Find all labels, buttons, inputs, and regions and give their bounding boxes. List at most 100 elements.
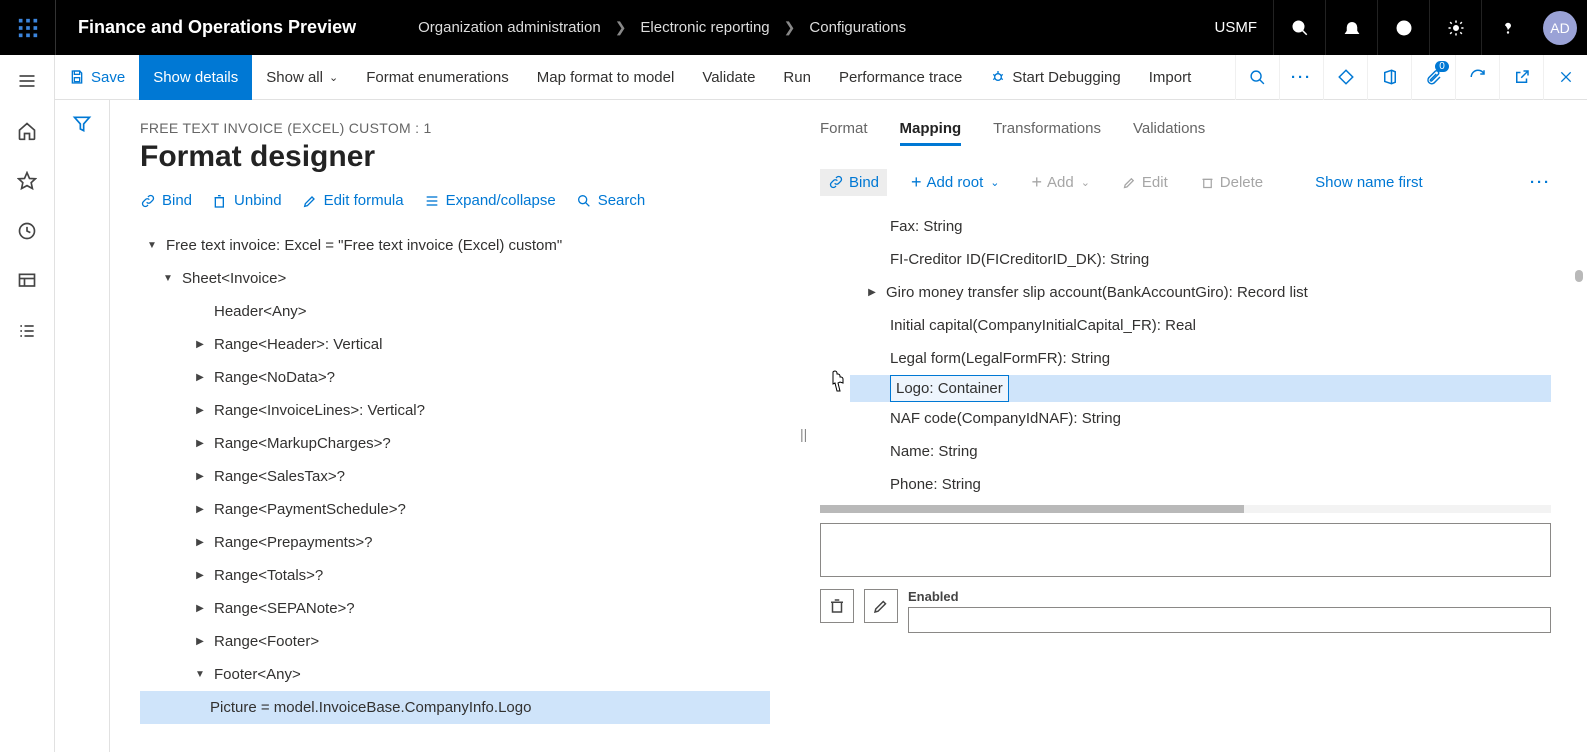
data-source-list[interactable]: Fax: StringFI-Creditor ID(FICreditorID_D… (820, 210, 1551, 501)
tree-node[interactable]: Range<InvoiceLines>: Vertical? (140, 394, 770, 427)
company-label[interactable]: USMF (1199, 19, 1274, 36)
chevron-right-icon[interactable] (194, 365, 206, 389)
edit-formula-button[interactable]: Edit formula (302, 192, 404, 209)
data-source-item[interactable]: NAF code(CompanyIdNAF): String (890, 402, 1551, 435)
map-format-to-model-button[interactable]: Map format to model (523, 55, 689, 100)
tab-transformations[interactable]: Transformations (993, 120, 1101, 146)
chevron-right-icon[interactable] (194, 398, 206, 422)
show-all-button[interactable]: Show all ⌄ (252, 55, 352, 100)
data-source-item[interactable]: Legal form(LegalFormFR): String (890, 342, 1551, 375)
attach-icon[interactable]: 0 (1411, 55, 1455, 100)
tree-node[interactable]: Footer<Any> (140, 658, 770, 691)
more-icon[interactable]: ··· (1530, 174, 1551, 191)
modules-icon[interactable] (15, 319, 39, 343)
performance-trace-button[interactable]: Performance trace (825, 55, 976, 100)
vertical-scrollbar[interactable] (1575, 270, 1583, 282)
format-enumerations-button[interactable]: Format enumerations (352, 55, 523, 100)
tree-node[interactable]: Range<Prepayments>? (140, 526, 770, 559)
chevron-down-icon[interactable] (194, 662, 206, 686)
tree-node[interactable]: Range<SalesTax>? (140, 460, 770, 493)
tree-node-label: Range<Header>: Vertical (214, 328, 382, 361)
tab-mapping[interactable]: Mapping (900, 120, 962, 146)
tree-node[interactable]: Range<NoData>? (140, 361, 770, 394)
data-source-item[interactable]: Giro money transfer slip account(BankAcc… (890, 276, 1551, 309)
clock-icon[interactable] (15, 219, 39, 243)
smiley-icon[interactable] (1377, 0, 1429, 55)
tree-node[interactable]: Range<PaymentSchedule>? (140, 493, 770, 526)
tree-node-sheet[interactable]: Sheet<Invoice> (140, 262, 770, 295)
tree-node-label: Range<Prepayments>? (214, 526, 372, 559)
chevron-down-icon[interactable] (162, 266, 174, 290)
bind-button[interactable]: Bind (140, 192, 192, 209)
chevron-right-icon[interactable] (194, 629, 206, 653)
data-source-item[interactable]: Name: String (890, 435, 1551, 468)
chevron-right-icon[interactable] (866, 280, 878, 304)
chevron-right-icon[interactable] (194, 497, 206, 521)
tree-node[interactable]: Range<Totals>? (140, 559, 770, 592)
data-source-item[interactable]: Fax: String (890, 210, 1551, 243)
horizontal-scrollbar[interactable] (820, 505, 1551, 513)
refresh-icon[interactable] (1455, 55, 1499, 100)
data-source-item[interactable]: Initial capital(CompanyInitialCapital_FR… (890, 309, 1551, 342)
diamond-icon[interactable] (1323, 55, 1367, 100)
breadcrumb: Organization administration ❯ Electronic… (418, 19, 906, 36)
breadcrumb-item[interactable]: Configurations (809, 19, 906, 36)
avatar[interactable]: AD (1543, 11, 1577, 45)
chevron-right-icon[interactable] (194, 332, 206, 356)
filter-icon[interactable] (72, 114, 92, 134)
show-name-first-button[interactable]: Show name first (1307, 169, 1431, 196)
unbind-button[interactable]: Unbind (212, 192, 282, 209)
tree-node[interactable]: Range<Footer> (140, 625, 770, 658)
chevron-right-icon[interactable] (194, 530, 206, 554)
tree-node[interactable]: Header<Any> (140, 295, 770, 328)
chevron-right-icon[interactable] (194, 563, 206, 587)
workspace-icon[interactable] (15, 269, 39, 293)
delete-formula-button[interactable] (820, 589, 854, 623)
format-tree[interactable]: Free text invoice: Excel = "Free text in… (140, 229, 770, 724)
add-root-button[interactable]: + Add root ⌄ (903, 168, 1007, 196)
show-details-button[interactable]: Show details (139, 55, 252, 100)
chevron-right-icon[interactable] (194, 431, 206, 455)
breadcrumb-item[interactable]: Electronic reporting (640, 19, 769, 36)
office-icon[interactable] (1367, 55, 1411, 100)
tab-format[interactable]: Format (820, 120, 868, 146)
validate-button[interactable]: Validate (688, 55, 769, 100)
start-debugging-button[interactable]: Start Debugging (976, 55, 1134, 100)
chevron-right-icon[interactable] (194, 464, 206, 488)
popout-icon[interactable] (1499, 55, 1543, 100)
tree-node-label: Range<NoData>? (214, 361, 335, 394)
chevron-down-icon[interactable] (146, 233, 158, 257)
app-launcher[interactable] (0, 0, 55, 55)
edit-formula-button[interactable] (864, 589, 898, 623)
data-source-item[interactable]: Phone: String (890, 468, 1551, 501)
data-source-item[interactable]: Logo: Container (850, 375, 1551, 402)
home-icon[interactable] (15, 119, 39, 143)
tree-node[interactable]: Range<SEPANote>? (140, 592, 770, 625)
search-action-icon[interactable] (1235, 55, 1279, 100)
help-icon[interactable] (1481, 0, 1533, 55)
breadcrumb-item[interactable]: Organization administration (418, 19, 601, 36)
search-icon[interactable] (1273, 0, 1325, 55)
expand-collapse-button[interactable]: Expand/collapse (424, 192, 556, 209)
search-button[interactable]: Search (576, 192, 646, 209)
bell-icon[interactable] (1325, 0, 1377, 55)
enabled-input[interactable] (908, 607, 1551, 633)
data-source-item[interactable]: FI-Creditor ID(FICreditorID_DK): String (890, 243, 1551, 276)
import-button[interactable]: Import (1135, 55, 1206, 100)
tab-validations[interactable]: Validations (1133, 120, 1205, 146)
run-button[interactable]: Run (769, 55, 825, 100)
mapping-bind-button[interactable]: Bind (820, 169, 887, 196)
chevron-right-icon[interactable] (194, 596, 206, 620)
tree-node-selected[interactable]: Picture = model.InvoiceBase.CompanyInfo.… (140, 691, 770, 724)
more-icon[interactable]: ··· (1279, 55, 1323, 100)
close-icon[interactable] (1543, 55, 1587, 100)
gear-icon[interactable] (1429, 0, 1481, 55)
chevron-down-icon: ⌄ (329, 71, 338, 84)
save-button[interactable]: Save (55, 55, 139, 100)
tree-node[interactable]: Range<MarkupCharges>? (140, 427, 770, 460)
hamburger-icon[interactable] (15, 69, 39, 93)
tree-node[interactable]: Range<Header>: Vertical (140, 328, 770, 361)
tree-node-root[interactable]: Free text invoice: Excel = "Free text in… (140, 229, 770, 262)
formula-input[interactable] (820, 523, 1551, 577)
star-icon[interactable] (15, 169, 39, 193)
